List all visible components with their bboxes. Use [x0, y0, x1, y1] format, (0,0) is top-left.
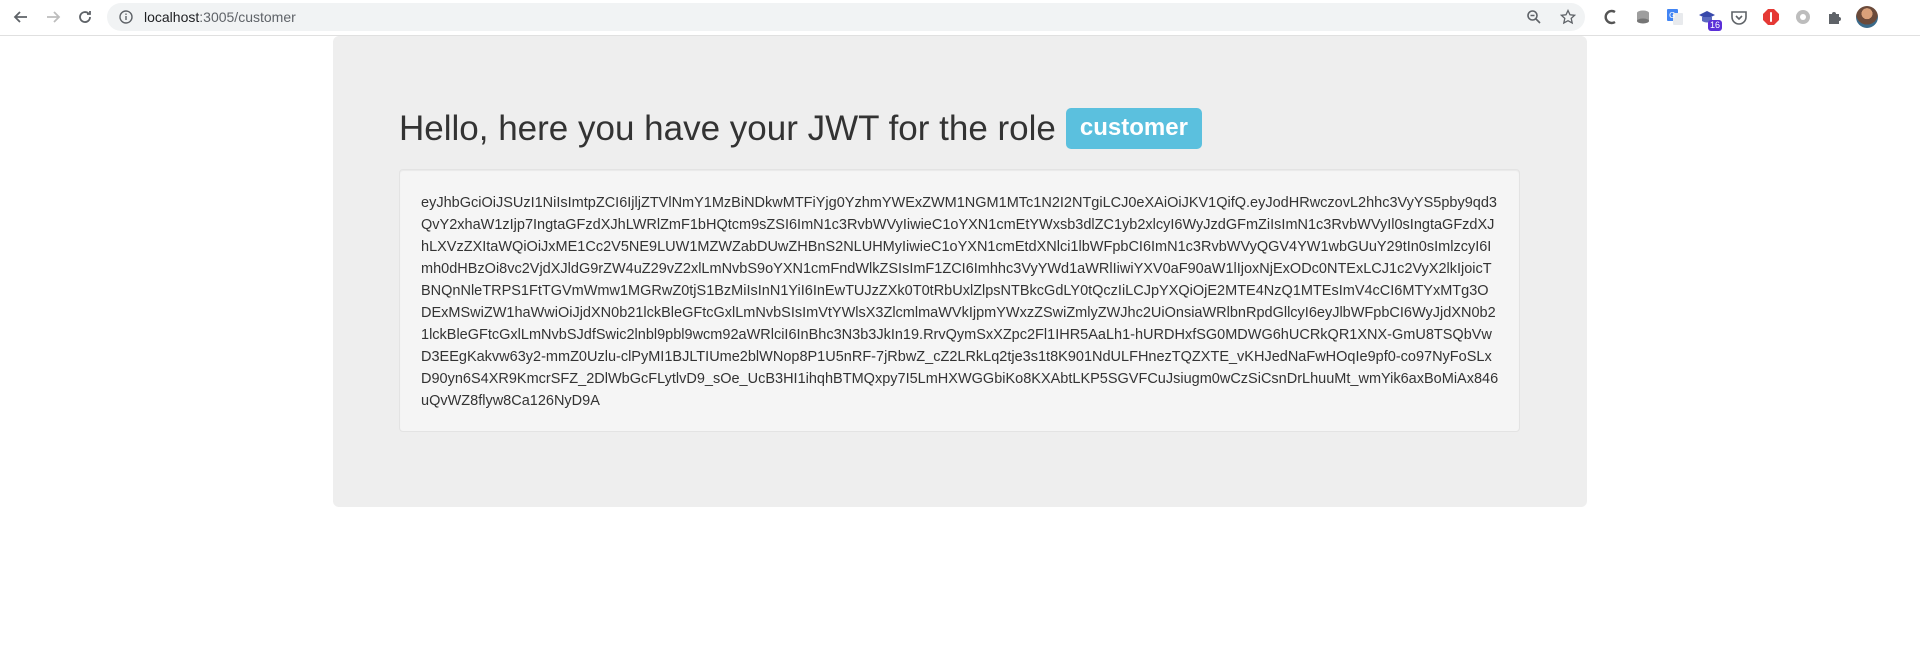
- url-path: :3005/customer: [199, 9, 296, 25]
- forward-arrow-icon[interactable]: [43, 7, 63, 27]
- extension-c-icon[interactable]: [1600, 6, 1622, 28]
- jwt-token-well: eyJhbGciOiJSUzI1NiIsImtpZCI6IjljZTVlNmY1…: [399, 169, 1520, 432]
- bookmark-star-icon[interactable]: [1559, 8, 1577, 26]
- settings-circle-icon[interactable]: [1792, 6, 1814, 28]
- jumbotron: Hello, here you have your JWT for the ro…: [333, 36, 1587, 507]
- back-arrow-icon[interactable]: [11, 7, 31, 27]
- info-icon[interactable]: [118, 9, 134, 25]
- address-bar[interactable]: localhost:3005/customer: [107, 3, 1585, 31]
- role-badge: customer: [1065, 108, 1202, 149]
- database-icon[interactable]: [1632, 6, 1654, 28]
- profile-avatar[interactable]: [1856, 6, 1878, 28]
- svg-text:G: G: [1669, 11, 1675, 20]
- pocket-icon[interactable]: [1728, 6, 1750, 28]
- extension-badge: 16: [1707, 20, 1722, 31]
- reload-icon[interactable]: [75, 7, 95, 27]
- browser-toolbar: localhost:3005/customer G 16: [0, 0, 1920, 36]
- jwt-token-text: eyJhbGciOiJSUzI1NiIsImtpZCI6IjljZTVlNmY1…: [421, 195, 1499, 409]
- translate-icon[interactable]: G: [1664, 6, 1686, 28]
- heading-text: Hello, here you have your JWT for the ro…: [399, 108, 1056, 148]
- adblock-icon[interactable]: [1760, 6, 1782, 28]
- page-heading: Hello, here you have your JWT for the ro…: [399, 108, 1202, 149]
- extensions-bar: G 16: [1600, 6, 1878, 31]
- url-host: localhost: [144, 9, 200, 25]
- url-text: localhost:3005/customer: [144, 9, 296, 25]
- puzzle-extensions-icon[interactable]: [1824, 6, 1846, 28]
- graduation-cap-icon[interactable]: 16: [1696, 6, 1722, 31]
- zoom-icon[interactable]: [1525, 8, 1543, 26]
